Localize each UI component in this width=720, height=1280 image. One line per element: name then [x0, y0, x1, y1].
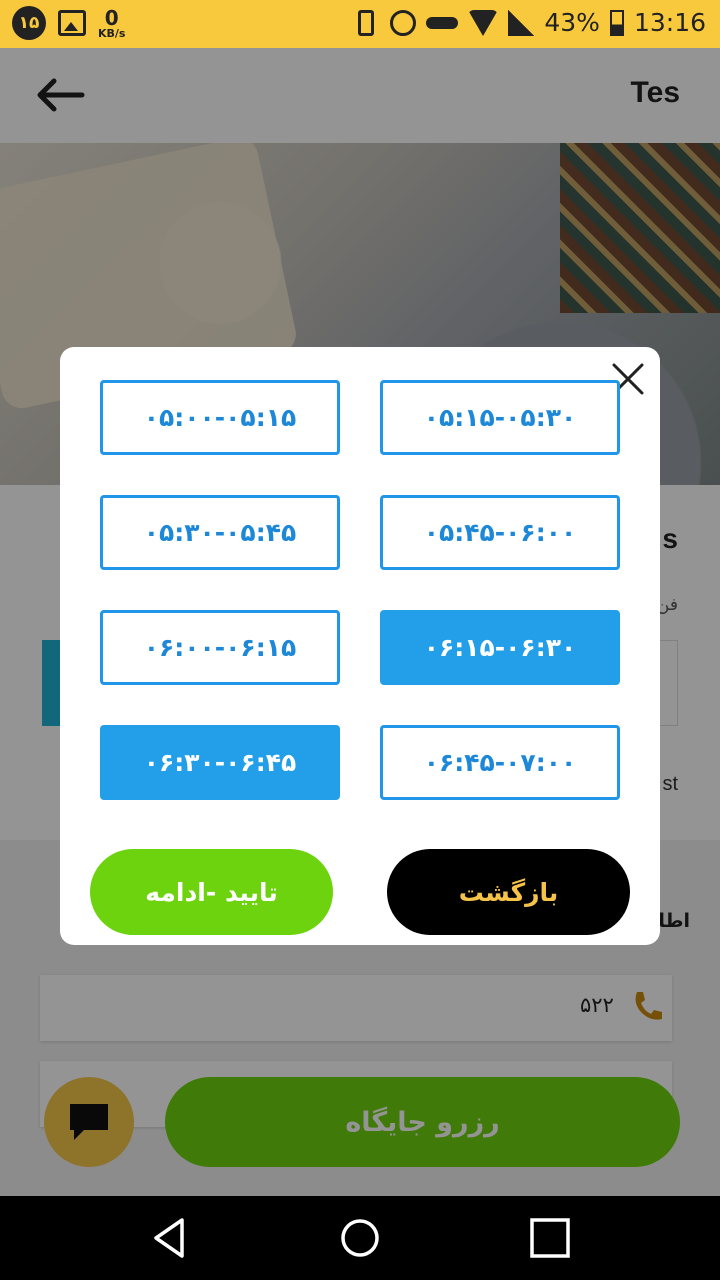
signal-icon: [508, 9, 535, 36]
time-slot-dialog: ۰۵:۰۰-۰۵:۱۵ ۰۵:۱۵-۰۵:۳۰ ۰۵:۳۰-۰۵:۴۵ ۰۵:۴…: [60, 347, 660, 945]
net-speed-unit: KB/s: [98, 26, 126, 40]
time-slot-0515-0530[interactable]: ۰۵:۱۵-۰۵:۳۰: [380, 380, 620, 455]
time-slot-0645-0700[interactable]: ۰۶:۴۵-۰۷:۰۰: [380, 725, 620, 800]
time-slot-0630-0645[interactable]: ۰۶:۳۰-۰۶:۴۵: [100, 725, 340, 800]
wifi-icon: [468, 9, 499, 36]
nav-recents-icon[interactable]: [528, 1216, 572, 1260]
time-slot-0545-0600[interactable]: ۰۵:۴۵-۰۶:۰۰: [380, 495, 620, 570]
net-speed-value: 0: [104, 5, 119, 30]
back-button[interactable]: بازگشت: [387, 849, 630, 935]
confirm-continue-button[interactable]: تایید -ادامه: [90, 849, 333, 935]
battery-icon: [609, 9, 624, 36]
time-slot-0600-0615[interactable]: ۰۶:۰۰-۰۶:۱۵: [100, 610, 340, 685]
time-slot-0500-0515[interactable]: ۰۵:۰۰-۰۵:۱۵: [100, 380, 340, 455]
nav-home-icon[interactable]: [338, 1216, 382, 1260]
alarm-icon: [390, 9, 417, 36]
image-icon: [58, 10, 86, 36]
battery-percent: 43%: [544, 8, 600, 37]
clock: 13:16: [633, 8, 706, 37]
vibrate-icon: [358, 9, 375, 36]
vpn-key-icon: [426, 16, 459, 29]
time-slot-0530-0545[interactable]: ۰۵:۳۰-۰۵:۴۵: [100, 495, 340, 570]
system-nav-bar: [0, 1196, 720, 1280]
notification-badge: ۱۵: [12, 6, 46, 40]
status-bar: ۱۵ 0 KB/s 43% 13:16: [0, 0, 720, 48]
nav-back-icon[interactable]: [148, 1216, 192, 1260]
time-slot-0615-0630[interactable]: ۰۶:۱۵-۰۶:۳۰: [380, 610, 620, 685]
net-speed: 0 KB/s: [98, 8, 125, 39]
